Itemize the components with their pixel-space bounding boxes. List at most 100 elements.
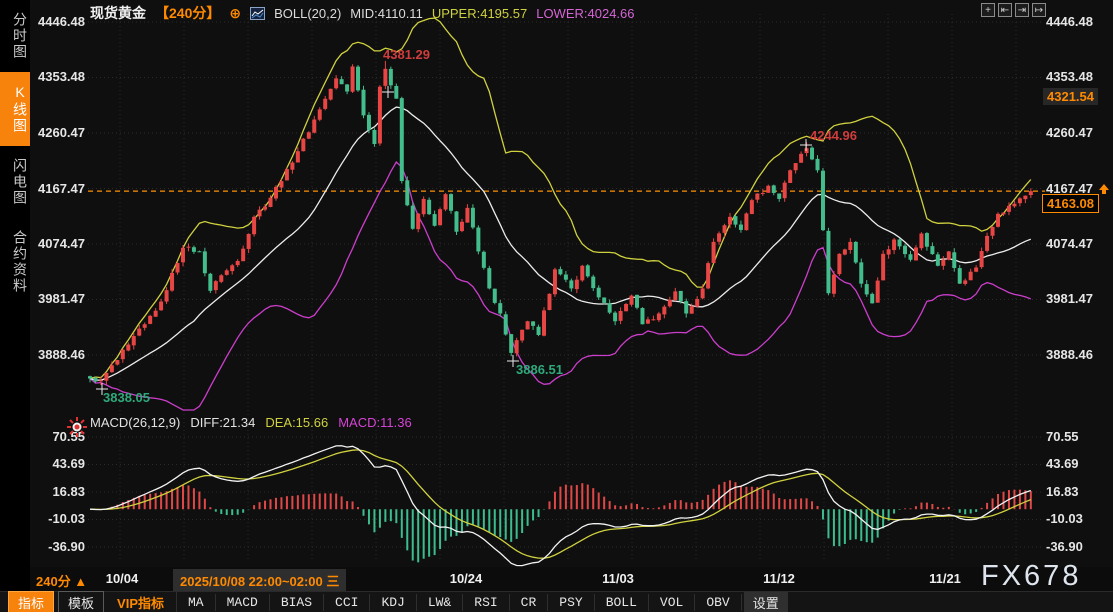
candle-body xyxy=(247,234,251,249)
axis-tick-label: 4353.48 xyxy=(1046,70,1093,84)
candle-body xyxy=(591,277,595,289)
candle-body xyxy=(755,194,759,200)
add-indicator-icon[interactable]: ⊕ xyxy=(229,5,241,22)
tab-kdj[interactable]: KDJ xyxy=(370,594,416,611)
candle-body xyxy=(712,242,716,263)
candle-body xyxy=(635,295,639,308)
date-tick: 11/21 xyxy=(929,571,961,586)
candle-body xyxy=(487,268,491,288)
candle-body xyxy=(88,376,92,378)
axis-tick-label: -10.03 xyxy=(30,512,85,526)
axis-tick-label: 4074.47 xyxy=(1046,237,1093,251)
candle-body xyxy=(783,183,787,198)
candle-body xyxy=(613,313,617,322)
candle-body xyxy=(947,251,951,259)
candle-body xyxy=(586,265,590,276)
candle-body xyxy=(526,321,530,329)
candle-body xyxy=(132,336,136,345)
boll-upper-line xyxy=(90,18,1031,378)
extreme-price-label: 3838.05 xyxy=(103,390,150,405)
candle-body xyxy=(684,301,688,313)
candle-body xyxy=(919,234,923,249)
candle-body xyxy=(454,211,458,231)
candle-body xyxy=(723,225,727,233)
sidebar-item-kline-chart[interactable]: K线图 xyxy=(0,72,30,146)
candle-body xyxy=(996,214,1000,227)
candle-body xyxy=(378,87,382,144)
tab-settings[interactable]: 设置 xyxy=(744,592,788,612)
candle-body xyxy=(471,208,475,228)
candle-body xyxy=(438,209,442,225)
candle-body xyxy=(909,254,913,260)
candle-body xyxy=(274,187,278,199)
candle-body xyxy=(159,302,163,311)
period-selector[interactable]: 240分 ▲ xyxy=(36,571,87,590)
tab-template[interactable]: 模板 xyxy=(58,591,104,612)
candle-body xyxy=(509,334,513,353)
candle-body xyxy=(465,208,469,223)
candle-body xyxy=(903,246,907,254)
boll-lower-value: LOWER:4024.66 xyxy=(536,6,634,21)
tab-macd[interactable]: MACD xyxy=(216,594,270,611)
tab-cci[interactable]: CCI xyxy=(324,594,370,611)
macd-diff-value: DIFF:21.34 xyxy=(190,415,255,430)
candle-body xyxy=(826,231,830,293)
date-tick: 11/12 xyxy=(763,571,795,586)
tab-rsi[interactable]: RSI xyxy=(463,594,509,611)
tab-cr[interactable]: CR xyxy=(510,594,549,611)
candle-body xyxy=(411,206,415,229)
axis-tick-label: 4446.48 xyxy=(30,15,85,29)
tab-bias[interactable]: BIAS xyxy=(270,594,324,611)
sidebar-item-contract-info[interactable]: 合约资料 xyxy=(0,218,30,306)
sidebar-item-time-chart[interactable]: 分时图 xyxy=(0,0,30,72)
candle-body xyxy=(252,217,256,234)
axis-tick-label: 4260.47 xyxy=(1046,126,1093,140)
candle-body xyxy=(761,193,765,194)
tab-vip-indicator[interactable]: VIP指标 xyxy=(108,592,177,612)
axis-tick-label: -36.90 xyxy=(1046,540,1083,554)
tab-lw[interactable]: LW& xyxy=(417,594,463,611)
candle-body xyxy=(121,350,125,359)
candle-body xyxy=(104,373,108,381)
candle-body xyxy=(460,222,464,231)
candle-body xyxy=(662,307,666,315)
candle-body xyxy=(137,329,141,336)
pan-right-icon[interactable]: ↦ xyxy=(1032,3,1046,17)
candle-body xyxy=(537,327,541,335)
candle-body xyxy=(701,288,705,298)
fit-right-icon[interactable]: ⇥ xyxy=(1015,3,1029,17)
boll-params: BOLL(20,2) xyxy=(274,6,341,21)
candle-body xyxy=(1001,213,1005,215)
candle-body xyxy=(564,275,568,280)
candle-body xyxy=(181,248,185,262)
candle-body xyxy=(553,269,557,294)
tab-ma[interactable]: MA xyxy=(177,594,216,611)
crosshair-icon[interactable]: + xyxy=(981,3,995,17)
candle-body xyxy=(630,296,634,305)
tab-indicator[interactable]: 指标 xyxy=(8,591,54,612)
period-label[interactable]: 【240分】 xyxy=(155,3,220,23)
candle-body xyxy=(958,268,962,284)
tab-obv[interactable]: OBV xyxy=(695,594,741,611)
axis-tick-label: 4353.48 xyxy=(30,70,85,84)
boll-mid-value: MID:4110.11 xyxy=(350,6,423,21)
fit-left-icon[interactable]: ⇤ xyxy=(998,3,1012,17)
candle-body xyxy=(810,148,814,160)
candle-body xyxy=(963,280,967,284)
candle-body xyxy=(1012,204,1016,207)
sidebar-item-flash-chart[interactable]: 闪电图 xyxy=(0,146,30,218)
tab-boll[interactable]: BOLL xyxy=(595,594,649,611)
candle-body xyxy=(695,299,699,307)
alarm-icon[interactable] xyxy=(66,416,88,443)
tab-psy[interactable]: PSY xyxy=(548,594,594,611)
axis-tick-label: 3888.46 xyxy=(1046,348,1093,362)
candle-body xyxy=(99,380,103,381)
candle-body xyxy=(843,249,847,254)
candle-body xyxy=(547,294,551,310)
tab-vol[interactable]: VOL xyxy=(649,594,695,611)
candle-body xyxy=(307,132,311,138)
candle-body xyxy=(154,311,158,317)
axis-tick-label: 4260.47 xyxy=(30,126,85,140)
candle-body xyxy=(405,180,409,205)
chart-canvas[interactable] xyxy=(0,0,1113,612)
